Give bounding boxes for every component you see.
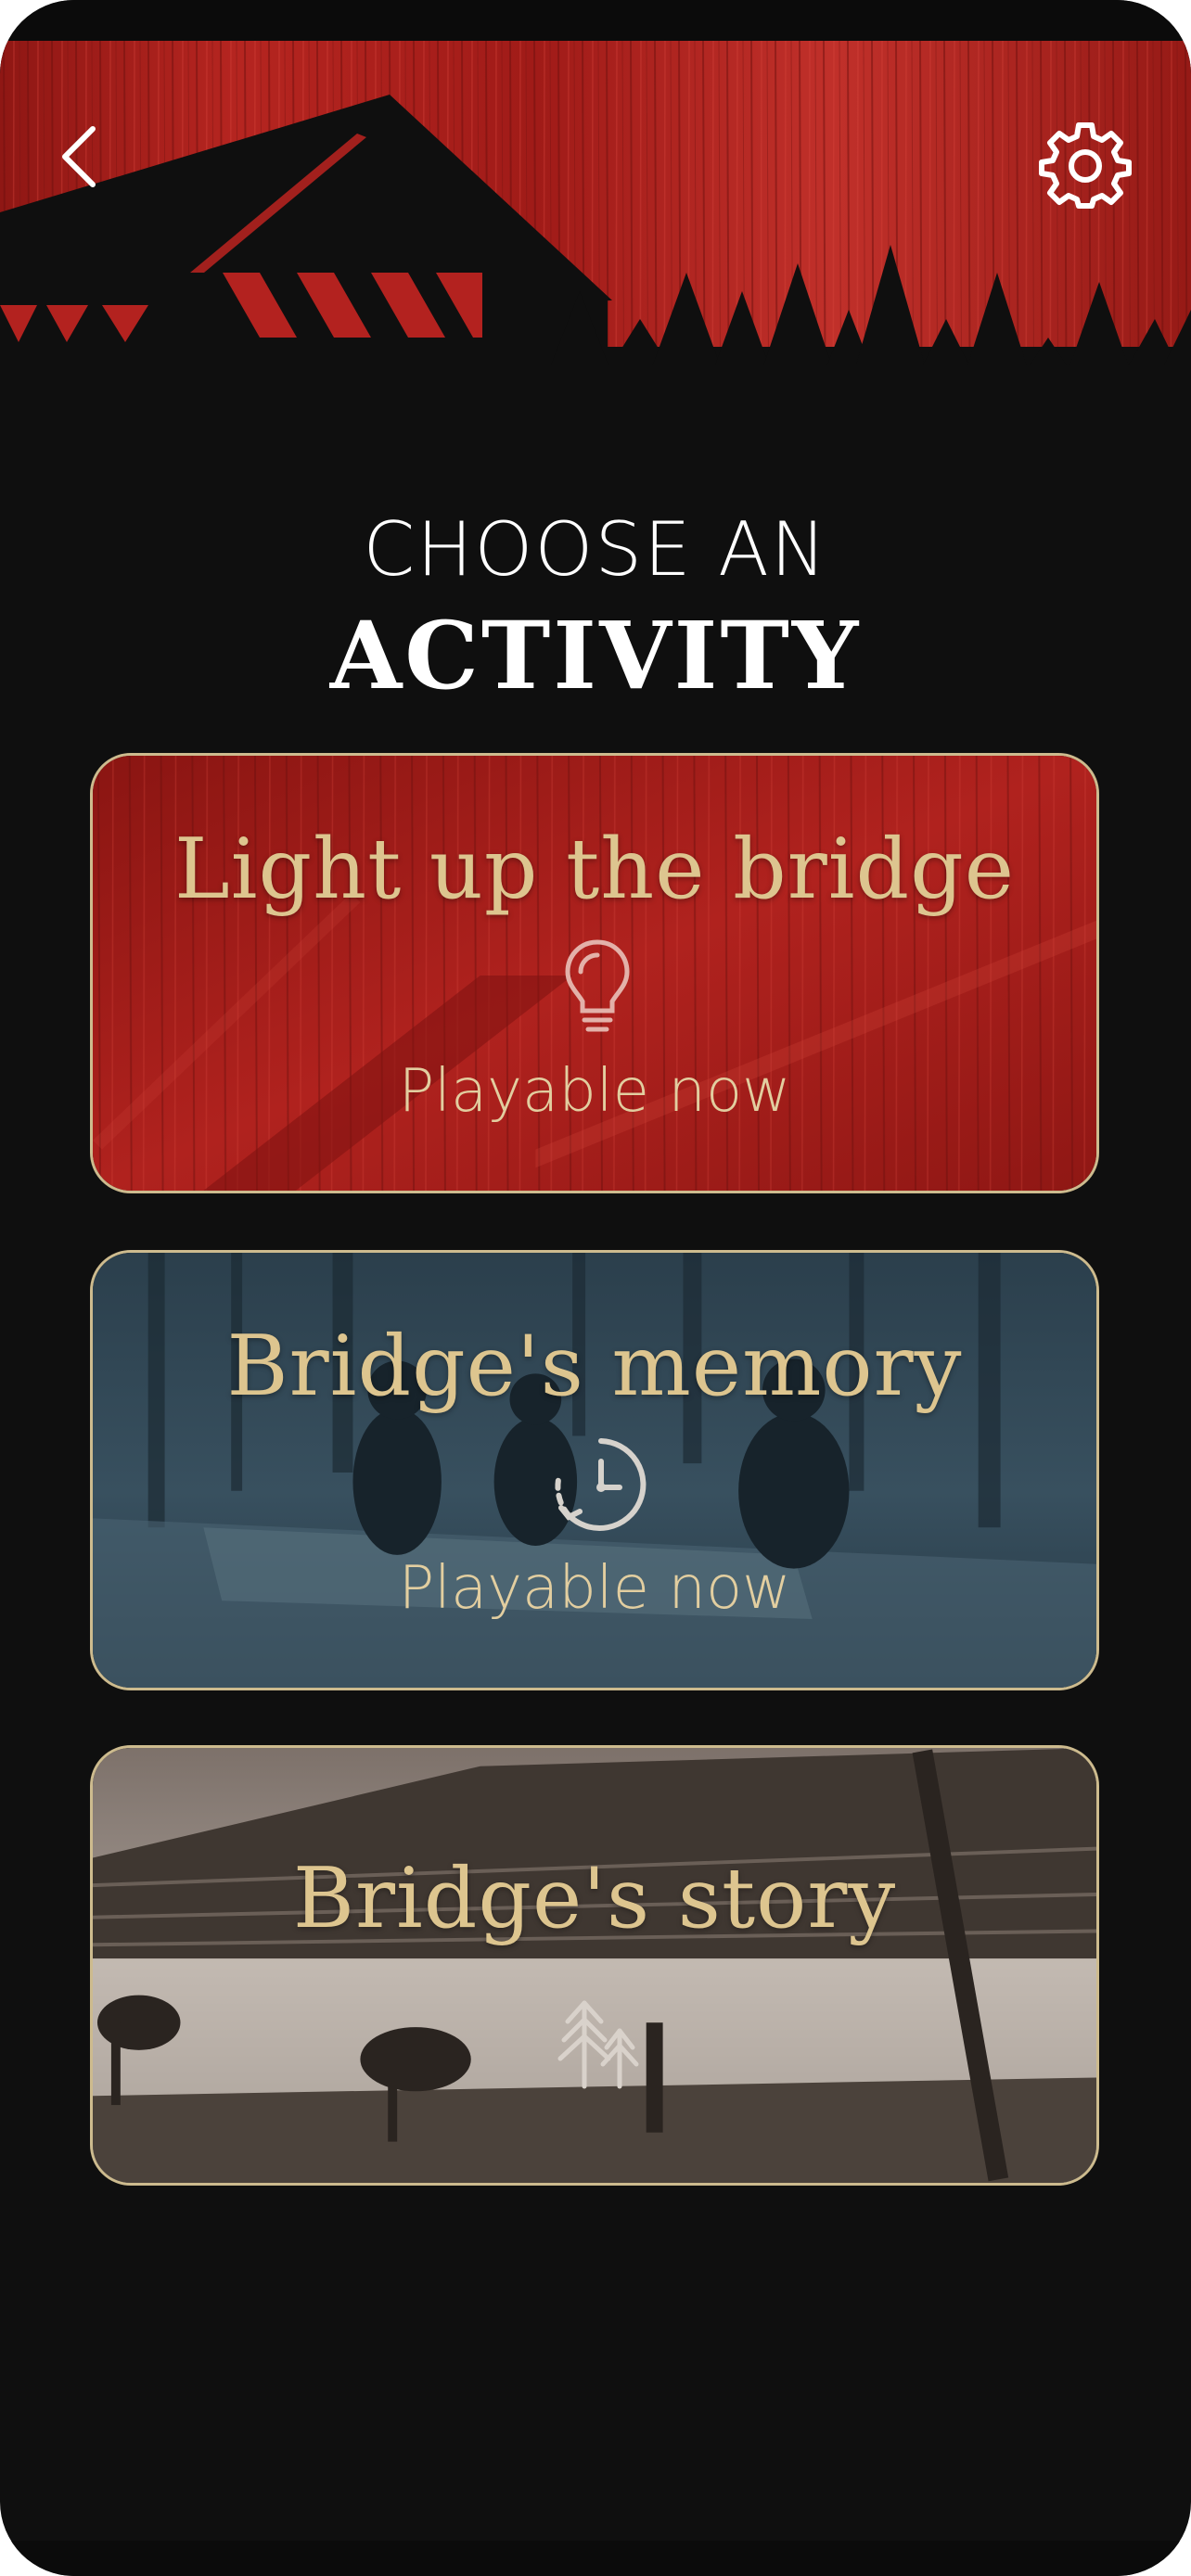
status-bar — [0, 0, 1191, 41]
bridge-silhouette-illustration — [0, 41, 1191, 477]
card-title: Light up the bridge — [174, 821, 1015, 918]
gear-icon — [1039, 122, 1132, 209]
chevron-left-icon — [62, 126, 96, 187]
hero-banner — [0, 41, 1191, 477]
home-indicator-area — [0, 2541, 1191, 2576]
trees-icon — [547, 1994, 649, 2099]
activity-card-light-up-the-bridge[interactable]: Light up the bridge Playable now — [90, 753, 1099, 1193]
page-heading: CHOOSE AN ACTIVITY — [0, 505, 1191, 711]
card-status: Playable now — [398, 1057, 791, 1126]
card-title: Bridge's memory — [226, 1318, 963, 1415]
card-title: Bridge's story — [292, 1850, 897, 1947]
card-status: Playable now — [398, 1554, 791, 1623]
activity-card-bridges-memory[interactable]: Bridge's memory Playable now — [90, 1250, 1099, 1690]
heading-subtitle: CHOOSE AN — [363, 506, 828, 593]
lightbulb-icon — [560, 937, 634, 1042]
clock-history-icon — [550, 1434, 652, 1539]
back-button[interactable] — [46, 115, 111, 198]
app-screen: CHOOSE AN ACTIVITY Light up the bridge P… — [0, 0, 1191, 2576]
settings-button[interactable] — [1039, 120, 1132, 212]
heading-title: ACTIVITY — [329, 601, 862, 710]
activity-card-bridges-story[interactable]: Bridge's story — [90, 1745, 1099, 2186]
story-photo-background — [93, 1748, 1096, 2183]
